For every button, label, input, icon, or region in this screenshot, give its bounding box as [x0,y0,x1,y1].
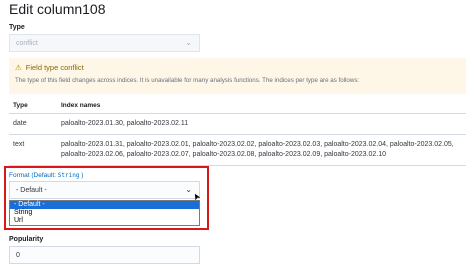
format-select-value: - Default - [16,187,47,194]
indices-table: Type Index names date paloalto-2023.01.3… [9,98,466,166]
type-select: conflict ⌄ [9,34,200,52]
format-label-suffix: ) [79,172,84,179]
popularity-input[interactable]: 0 [9,246,200,264]
format-field-label: Format (Default: String ) [9,172,83,179]
field-type-conflict-callout: ⚠ Field type conflict The type of this fi… [9,58,466,94]
format-label-default: String [57,172,80,179]
format-select[interactable]: - Default - ⌄ [9,181,200,199]
table-cell-indices: paloalto-2023.01.30, paloalto-2023.02.11 [57,113,466,135]
chevron-down-icon: ⌄ [185,38,192,47]
chevron-down-icon: ⌄ [185,185,192,194]
table-header-row: Type Index names [9,98,466,114]
table-cell-type: text [9,134,57,166]
callout-title: ⚠ Field type conflict [15,63,460,72]
table-row: text paloalto-2023.01.31, paloalto-2023.… [9,134,466,166]
format-option-default[interactable]: - Default - [10,201,199,209]
format-label-prefix: Format (Default: [9,172,58,179]
format-options-dropdown[interactable]: - Default - String Url [9,200,200,226]
format-option-string[interactable]: String [10,209,199,217]
callout-body: The type of this field changes across in… [15,77,360,84]
format-option-url[interactable]: Url [10,217,199,225]
callout-title-text: Field type conflict [25,63,84,72]
type-select-value: conflict [16,40,38,47]
popularity-field-label: Popularity [9,236,44,243]
column-header-type: Type [9,98,57,114]
page-title: Edit column108 [9,1,106,17]
type-field-label: Type [9,24,25,31]
table-cell-type: date [9,113,57,135]
warning-icon: ⚠ [15,63,22,72]
table-row: date paloalto-2023.01.30, paloalto-2023.… [9,113,466,135]
table-cell-indices: paloalto-2023.01.31, paloalto-2023.02.01… [57,134,466,166]
column-header-index-names: Index names [57,98,466,114]
